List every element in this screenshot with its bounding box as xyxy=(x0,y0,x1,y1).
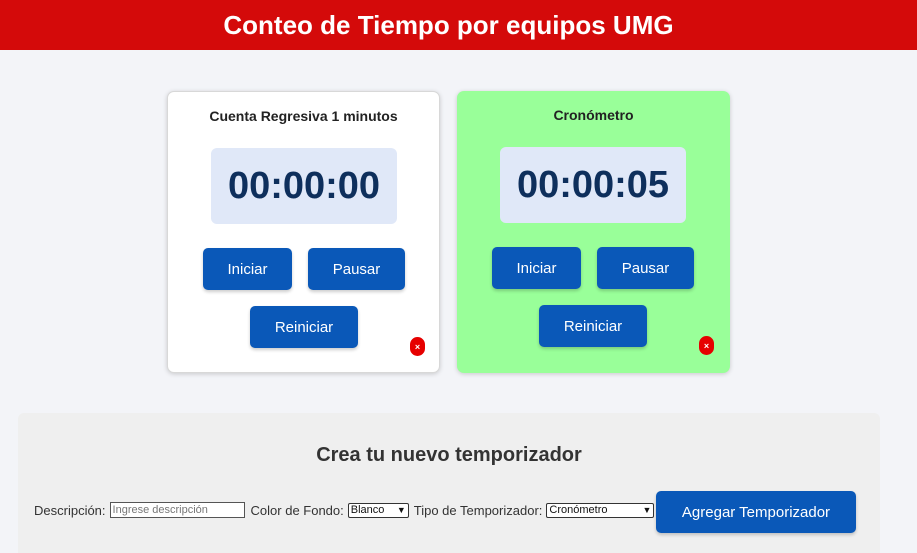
timer-display: 00:00:05 xyxy=(500,147,686,223)
creator-form: Descripción: Color de Fondo: Blanco ▼ Ti… xyxy=(34,502,659,518)
pause-button[interactable]: Pausar xyxy=(308,248,405,290)
timer-title: Cronómetro xyxy=(553,107,634,123)
app-header: Conteo de Tiempo por equipos UMG xyxy=(0,0,917,50)
add-timer-button[interactable]: Agregar Temporizador xyxy=(656,491,856,533)
close-icon[interactable]: × xyxy=(410,337,425,356)
bg-color-label: Color de Fondo: xyxy=(250,502,344,518)
timer-title: Cuenta Regresiva 1 minutos xyxy=(209,108,398,124)
timer-display: 00:00:00 xyxy=(211,148,397,224)
close-icon[interactable]: × xyxy=(699,336,714,355)
start-button[interactable]: Iniciar xyxy=(492,247,581,289)
reset-button[interactable]: Reiniciar xyxy=(250,306,358,348)
bg-color-selected: Blanco xyxy=(350,504,385,516)
timer-card-countdown: Cuenta Regresiva 1 minutos 00:00:00 Inic… xyxy=(167,91,440,373)
reset-button[interactable]: Reiniciar xyxy=(539,305,647,347)
creator-title: Crea tu nuevo temporizador xyxy=(316,444,582,466)
timer-type-label: Tipo de Temporizador: xyxy=(413,502,543,518)
timer-type-select[interactable]: Cronómetro ▼ xyxy=(546,502,655,518)
description-input[interactable] xyxy=(109,502,245,518)
start-button[interactable]: Iniciar xyxy=(203,248,292,290)
timer-type-selected: Cronómetro xyxy=(549,504,608,516)
chevron-down-icon: ▼ xyxy=(396,505,406,515)
page-title: Conteo de Tiempo por equipos UMG xyxy=(223,9,674,40)
pause-button[interactable]: Pausar xyxy=(597,247,694,289)
chevron-down-icon: ▼ xyxy=(642,505,652,515)
description-label: Descripción: xyxy=(34,502,106,518)
timer-creator-panel: Crea tu nuevo temporizador Descripción: … xyxy=(18,413,880,553)
timer-card-stopwatch: Cronómetro 00:00:05 Iniciar Pausar Reini… xyxy=(457,91,730,373)
bg-color-select[interactable]: Blanco ▼ xyxy=(347,502,409,518)
